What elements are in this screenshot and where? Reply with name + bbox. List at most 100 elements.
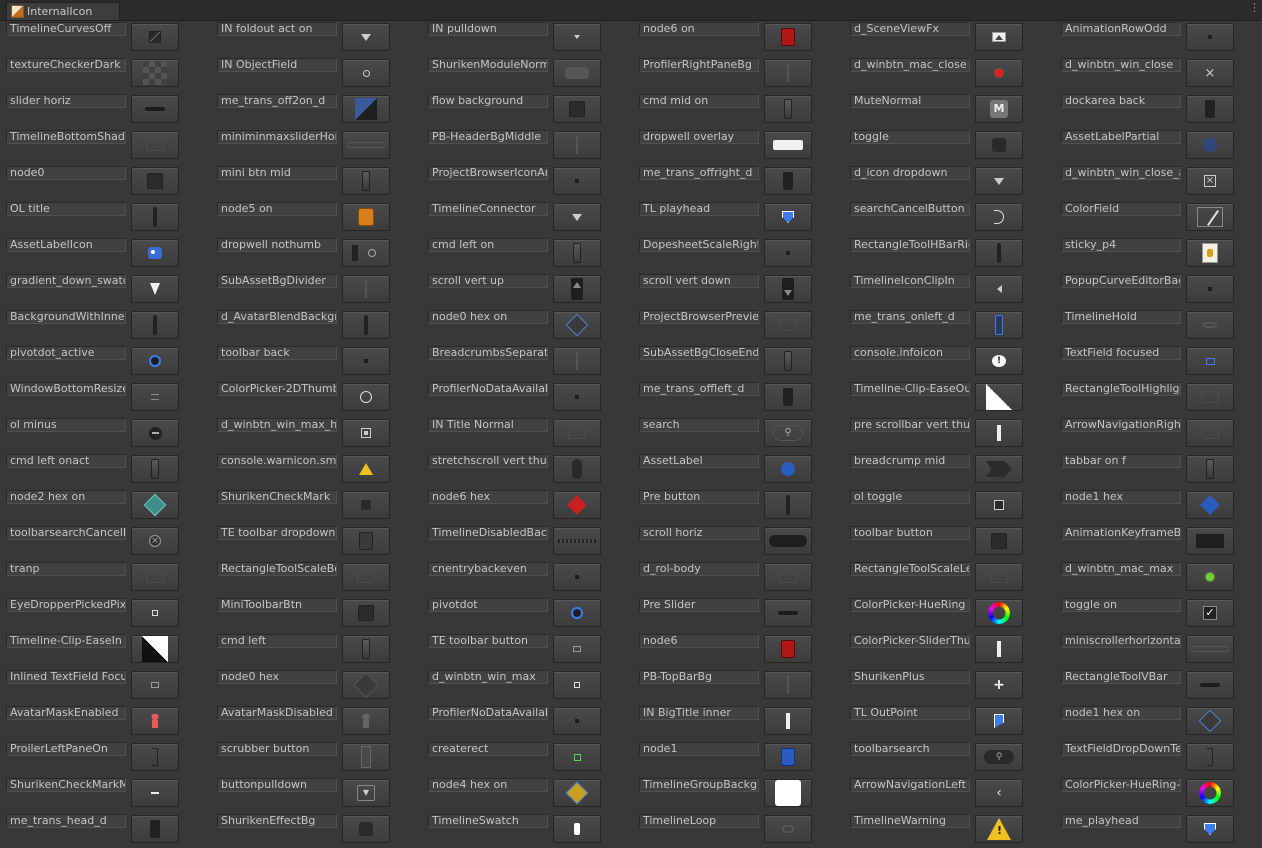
icon-preview-button[interactable] <box>975 167 1023 195</box>
icon-preview-button[interactable] <box>975 383 1023 411</box>
style-name-field[interactable]: AnimationKeyframeBackground <box>1061 526 1181 540</box>
style-name-field[interactable]: TimelineWarning <box>850 814 970 828</box>
style-name-field[interactable]: AvatarMaskDisabled <box>217 706 337 720</box>
style-name-field[interactable]: pre scrollbar vert thumb <box>850 418 970 432</box>
style-name-field[interactable]: AssetLabelIcon <box>6 238 126 252</box>
style-name-field[interactable]: me_trans_offright_d <box>639 166 759 180</box>
icon-preview-button[interactable] <box>553 707 601 735</box>
style-name-field[interactable]: AssetLabel <box>639 454 759 468</box>
icon-preview-button[interactable] <box>553 815 601 843</box>
icon-preview-button[interactable] <box>342 455 390 483</box>
icon-preview-button[interactable] <box>131 311 179 339</box>
icon-preview-button[interactable] <box>975 455 1023 483</box>
icon-preview-button[interactable] <box>553 455 601 483</box>
icon-preview-button[interactable] <box>1186 311 1234 339</box>
style-name-field[interactable]: d_winbtn_mac_max <box>1061 562 1181 576</box>
style-name-field[interactable]: scroll vert up <box>428 274 548 288</box>
icon-preview-button[interactable]: ✓ <box>1186 599 1234 627</box>
style-name-field[interactable]: tabbar on f <box>1061 454 1181 468</box>
icon-preview-button[interactable] <box>553 743 601 771</box>
tab-menu-icon[interactable]: ⋮ <box>1249 2 1260 13</box>
icon-preview-button[interactable] <box>342 311 390 339</box>
icon-preview-button[interactable] <box>342 599 390 627</box>
style-name-field[interactable]: Pre Slider <box>639 598 759 612</box>
icon-preview-button[interactable] <box>342 23 390 51</box>
style-name-field[interactable]: OL title <box>6 202 126 216</box>
style-name-field[interactable]: TimelineConnector <box>428 202 548 216</box>
icon-preview-button[interactable] <box>131 635 179 663</box>
icon-preview-button[interactable] <box>342 275 390 303</box>
icon-preview-button[interactable] <box>975 635 1023 663</box>
style-name-field[interactable]: scroll horiz <box>639 526 759 540</box>
icon-preview-button[interactable] <box>342 95 390 123</box>
style-name-field[interactable]: d_rol-body <box>639 562 759 576</box>
icon-preview-button[interactable] <box>553 203 601 231</box>
icon-preview-button[interactable] <box>553 59 601 87</box>
icon-preview-button[interactable] <box>131 599 179 627</box>
icon-preview-button[interactable] <box>553 491 601 519</box>
style-name-field[interactable]: TimelineLoop <box>639 814 759 828</box>
icon-preview-button[interactable] <box>975 491 1023 519</box>
style-name-field[interactable]: SubAssetBgDivider <box>217 274 337 288</box>
style-name-field[interactable]: IN pulldown <box>428 22 548 36</box>
style-name-field[interactable]: ShurikenPlus <box>850 670 970 684</box>
style-name-field[interactable]: RectangleToolScaleLeft <box>850 562 970 576</box>
style-name-field[interactable]: ShurikenCheckMarkMixed <box>6 778 126 792</box>
icon-preview-button[interactable] <box>131 59 179 87</box>
icon-preview-button[interactable] <box>131 95 179 123</box>
style-name-field[interactable]: cmd left onact <box>6 454 126 468</box>
style-name-field[interactable]: me_trans_off2on_d <box>217 94 337 108</box>
icon-preview-button[interactable] <box>342 419 390 447</box>
style-name-field[interactable]: ColorPicker-HueRing-Thumb <box>1061 778 1181 792</box>
icon-preview-button[interactable] <box>131 131 179 159</box>
icon-preview-button[interactable] <box>764 599 812 627</box>
style-name-field[interactable]: search <box>639 418 759 432</box>
style-name-field[interactable]: node4 hex on <box>428 778 548 792</box>
icon-preview-button[interactable] <box>553 275 601 303</box>
icon-preview-button[interactable] <box>1186 383 1234 411</box>
style-name-field[interactable]: textureCheckerDark <box>6 58 126 72</box>
icon-preview-button[interactable] <box>764 635 812 663</box>
icon-preview-button[interactable] <box>975 707 1023 735</box>
style-name-field[interactable]: TimelineCurvesOff <box>6 22 126 36</box>
icon-preview-button[interactable] <box>764 59 812 87</box>
style-name-field[interactable]: Timeline-Clip-EaseOut <box>850 382 970 396</box>
icon-preview-button[interactable] <box>975 59 1023 87</box>
style-name-field[interactable]: gradient_down_swatch <box>6 274 126 288</box>
icon-preview-button[interactable]: ▼ <box>342 779 390 807</box>
style-name-field[interactable]: ProilerLeftPaneOn <box>6 742 126 756</box>
style-name-field[interactable]: ColorPicker-SliderThumb <box>850 634 970 648</box>
style-name-field[interactable]: miniscrollerhorizontalbg <box>1061 634 1181 648</box>
style-name-field[interactable]: AnimationRowOdd <box>1061 22 1181 36</box>
icon-preview-button[interactable] <box>553 635 601 663</box>
icon-preview-button[interactable] <box>131 815 179 843</box>
icon-preview-button[interactable]: ! <box>975 347 1023 375</box>
style-name-field[interactable]: buttonpulldown <box>217 778 337 792</box>
icon-preview-button[interactable] <box>764 455 812 483</box>
icon-preview-button[interactable] <box>131 23 179 51</box>
style-name-field[interactable]: Pre button <box>639 490 759 504</box>
style-name-field[interactable]: toolbar button <box>850 526 970 540</box>
style-name-field[interactable]: TextField focused <box>1061 346 1181 360</box>
style-name-field[interactable]: tranp <box>6 562 126 576</box>
style-name-field[interactable]: dropwell overlay <box>639 130 759 144</box>
icon-preview-button[interactable] <box>1186 275 1234 303</box>
style-name-field[interactable]: PopupCurveEditorBackground <box>1061 274 1181 288</box>
icon-preview-button[interactable] <box>764 527 812 555</box>
style-name-field[interactable]: TimelineIconClipIn <box>850 274 970 288</box>
icon-preview-button[interactable] <box>1186 239 1234 267</box>
style-name-field[interactable]: MuteNormal <box>850 94 970 108</box>
icon-preview-button[interactable] <box>342 743 390 771</box>
style-name-field[interactable]: WindowBottomResize <box>6 382 126 396</box>
style-name-field[interactable]: flow background <box>428 94 548 108</box>
style-name-field[interactable]: d_winbtn_win_max <box>428 670 548 684</box>
icon-preview-button[interactable] <box>553 23 601 51</box>
style-name-field[interactable]: d_winbtn_mac_close <box>850 58 970 72</box>
style-name-field[interactable]: dockarea back <box>1061 94 1181 108</box>
icon-preview-button[interactable] <box>1186 491 1234 519</box>
style-name-field[interactable]: d_SceneViewFx <box>850 22 970 36</box>
icon-preview-button[interactable] <box>553 527 601 555</box>
icon-preview-button[interactable] <box>342 239 390 267</box>
style-name-field[interactable]: TE toolbar button <box>428 634 548 648</box>
style-name-field[interactable]: TimelineHold <box>1061 310 1181 324</box>
